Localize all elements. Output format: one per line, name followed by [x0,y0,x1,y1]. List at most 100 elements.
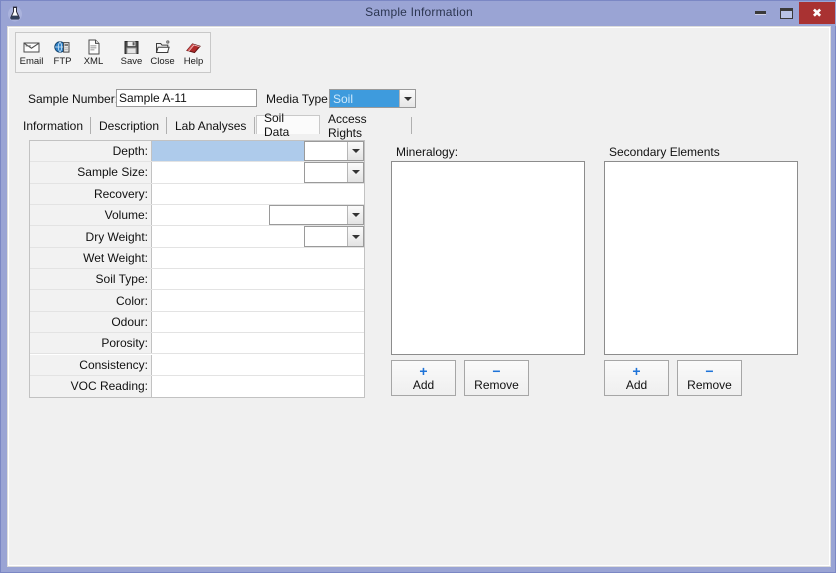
secondary-elements-listbox[interactable] [604,161,798,355]
title-bar[interactable]: Sample Information ✖ [1,1,836,26]
xml-document-icon [87,39,101,56]
form-row-value [152,333,364,354]
form-row: Sample Size: [30,162,364,184]
form-row-value [152,354,364,375]
form-field-input[interactable] [152,248,364,268]
secondary-elements-remove-label: Remove [687,377,732,392]
form-row-value [152,162,364,183]
toolbar-group-file: Save Close Help [116,33,209,72]
sample-number-input[interactable] [116,89,257,107]
form-field-input[interactable] [152,290,364,310]
chevron-down-icon[interactable] [347,163,363,182]
tab-information[interactable]: Information [16,117,91,134]
form-row: Wet Weight: [30,247,364,270]
tab-soil-data[interactable]: Soil Data [256,111,320,139]
toolbar: Email FTP XML Save Close Help [15,32,211,73]
form-row-value [152,141,364,162]
tab-label: Information [23,118,84,133]
toolbar-label-save: Save [120,55,143,67]
toolbar-label-ftp: FTP [53,55,72,67]
form-row: Volume: [30,205,364,227]
tab-label: Description [99,118,160,133]
chevron-down-icon[interactable] [347,142,363,161]
form-field-input[interactable] [152,184,364,204]
toolbar-button-help[interactable]: Help [178,33,209,72]
form-row: Porosity: [30,333,364,355]
chevron-down-icon[interactable] [347,227,363,246]
tab-label: Access Rights [328,111,367,140]
plus-icon: + [632,362,641,379]
form-field-input[interactable] [152,141,304,161]
tab-bar: Information Description Lab Analyses Soil D… [16,111,822,140]
tab-label: Soil Data [264,111,290,139]
mineralogy-add-label: Add [412,377,435,392]
secondary-elements-add-label: Add [625,377,648,392]
form-row-label: Soil Type: [30,269,152,290]
tab-label: Lab Analyses [175,118,247,133]
chevron-down-icon[interactable] [347,206,363,225]
form-row: Depth: [30,141,364,163]
form-row: Soil Type: [30,269,364,291]
toolbar-label-close: Close [150,55,175,67]
form-row-label: Recovery: [30,183,152,204]
form-row-value [152,290,364,311]
form-row-label: Odour: [30,311,152,333]
minus-icon: − [705,362,714,379]
close-button[interactable]: ✖ [799,2,835,24]
maximize-button[interactable] [773,2,799,24]
envelope-icon [23,39,40,56]
tab-lab-analyses[interactable]: Lab Analyses [168,117,255,134]
form-row-label: Volume: [30,205,152,226]
form-field-input[interactable] [152,269,364,289]
mineralogy-buttons: + Add − Remove [391,360,529,396]
close-icon: ✖ [811,6,823,20]
form-row: Color: [30,290,364,312]
minus-icon: − [492,362,501,379]
soil-data-form: Depth: Sample Size: Recovery: Volume: Dry We… [29,140,365,398]
form-field-input[interactable] [152,226,304,246]
secondary-elements-remove-button[interactable]: − Remove [677,360,742,396]
floppy-disk-icon [124,39,139,56]
media-type-combobox[interactable]: Soil [329,89,416,108]
form-unit-combobox[interactable] [269,205,364,226]
toolbar-button-email[interactable]: Email [16,33,47,72]
toolbar-button-ftp[interactable]: FTP [47,33,78,72]
mineralogy-remove-label: Remove [474,377,519,392]
form-unit-value [305,142,347,161]
form-field-input[interactable] [152,205,269,225]
media-type-label: Media Type: [266,92,332,106]
form-field-input[interactable] [152,162,304,182]
form-unit-combobox[interactable] [304,162,364,183]
form-row-value [152,269,364,290]
toolbar-button-xml[interactable]: XML [78,33,109,72]
toolbar-button-close[interactable]: Close [147,33,178,72]
form-unit-combobox[interactable] [304,226,364,247]
mineralogy-remove-button[interactable]: − Remove [464,360,529,396]
toolbar-label-help: Help [183,55,204,67]
form-row-label: Color: [30,290,152,311]
form-row-label: Wet Weight: [30,247,152,269]
mineralogy-add-button[interactable]: + Add [391,360,456,396]
toolbar-button-save[interactable]: Save [116,33,147,72]
form-unit-value [305,163,347,182]
tab-description[interactable]: Description [92,117,167,134]
form-field-input[interactable] [152,333,364,353]
chevron-down-icon[interactable] [399,90,415,107]
maximize-icon [779,7,793,19]
form-row: Recovery: [30,183,364,205]
form-field-input[interactable] [152,376,364,397]
form-unit-combobox[interactable] [304,141,364,162]
form-row: Dry Weight: [30,226,364,248]
minimize-button[interactable] [747,2,773,24]
form-row-value [152,226,364,247]
ftp-globe-icon [54,39,71,56]
form-row-value [152,205,364,226]
secondary-elements-add-button[interactable]: + Add [604,360,669,396]
folder-close-icon [155,39,171,56]
form-row-label: VOC Reading: [30,375,152,398]
form-field-input[interactable] [152,355,364,375]
tab-access-rights[interactable]: Access Rights [321,112,412,140]
mineralogy-listbox[interactable] [391,161,585,355]
form-row-value [152,183,364,204]
form-field-input[interactable] [152,312,364,332]
